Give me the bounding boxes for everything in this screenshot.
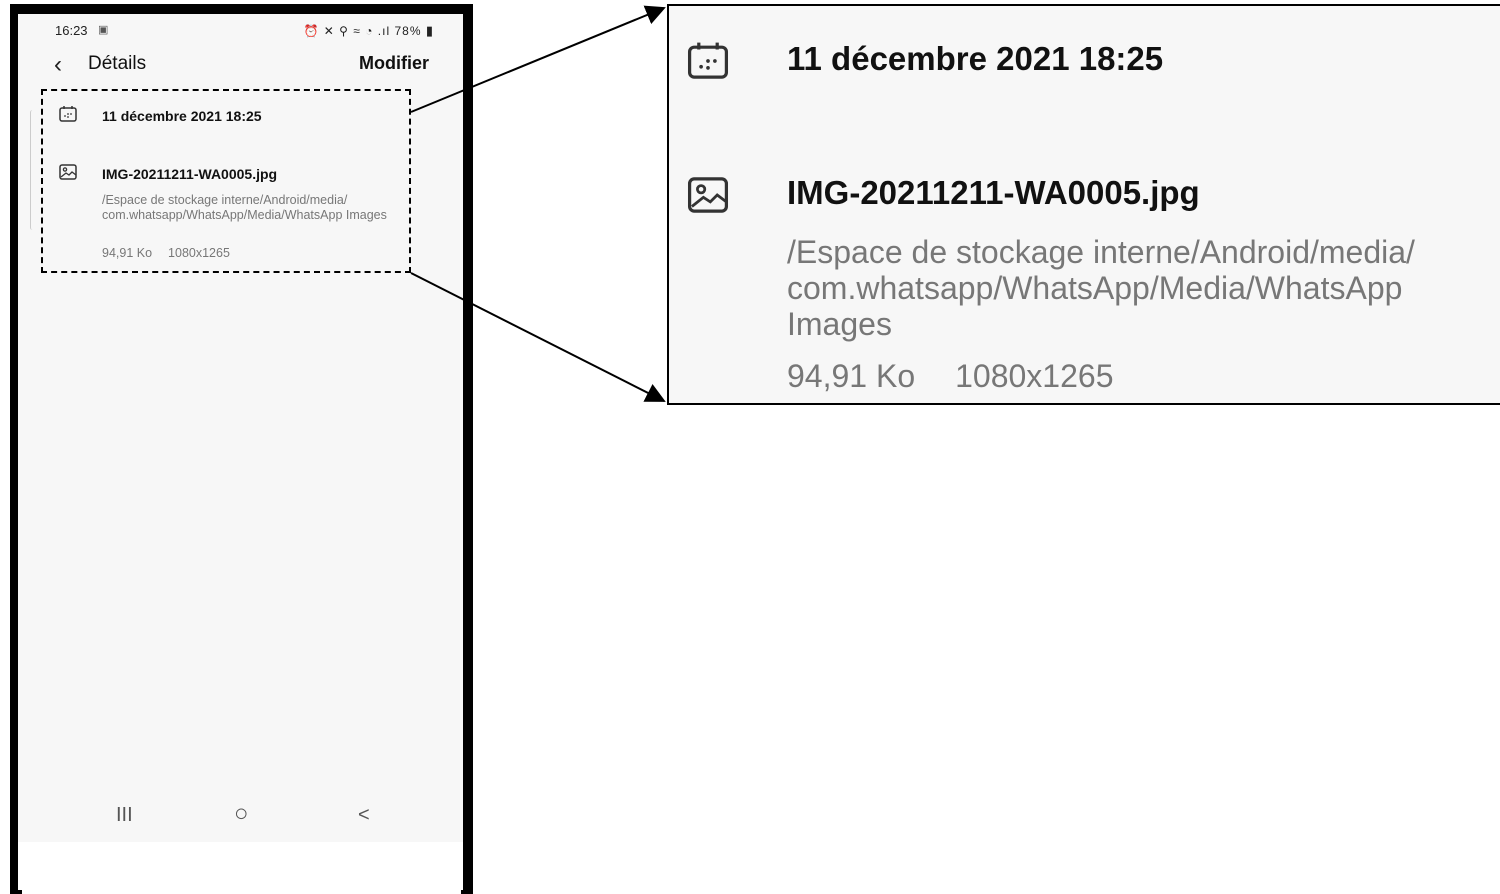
- zoomed-detail-panel: 11 décembre 2021 18:25 IMG-20211211-WA00…: [667, 4, 1500, 405]
- zoom-file-resolution: 1080x1265: [955, 358, 1114, 394]
- zoom-file-meta: 94,91 Ko 1080x1265: [787, 358, 1153, 395]
- zoom-file-name: IMG-20211211-WA0005.jpg: [787, 174, 1200, 211]
- zoom-date-text: 11 décembre 2021 18:25: [787, 40, 1164, 77]
- calendar-icon: [687, 42, 729, 79]
- callout-arrow-top: [410, 5, 666, 113]
- image-icon: [687, 177, 729, 213]
- zoom-file-path: /Espace de stockage interne/Android/medi…: [787, 234, 1415, 342]
- callout-arrow-bottom: [410, 272, 666, 402]
- zoom-file-size: 94,91 Ko: [787, 358, 916, 394]
